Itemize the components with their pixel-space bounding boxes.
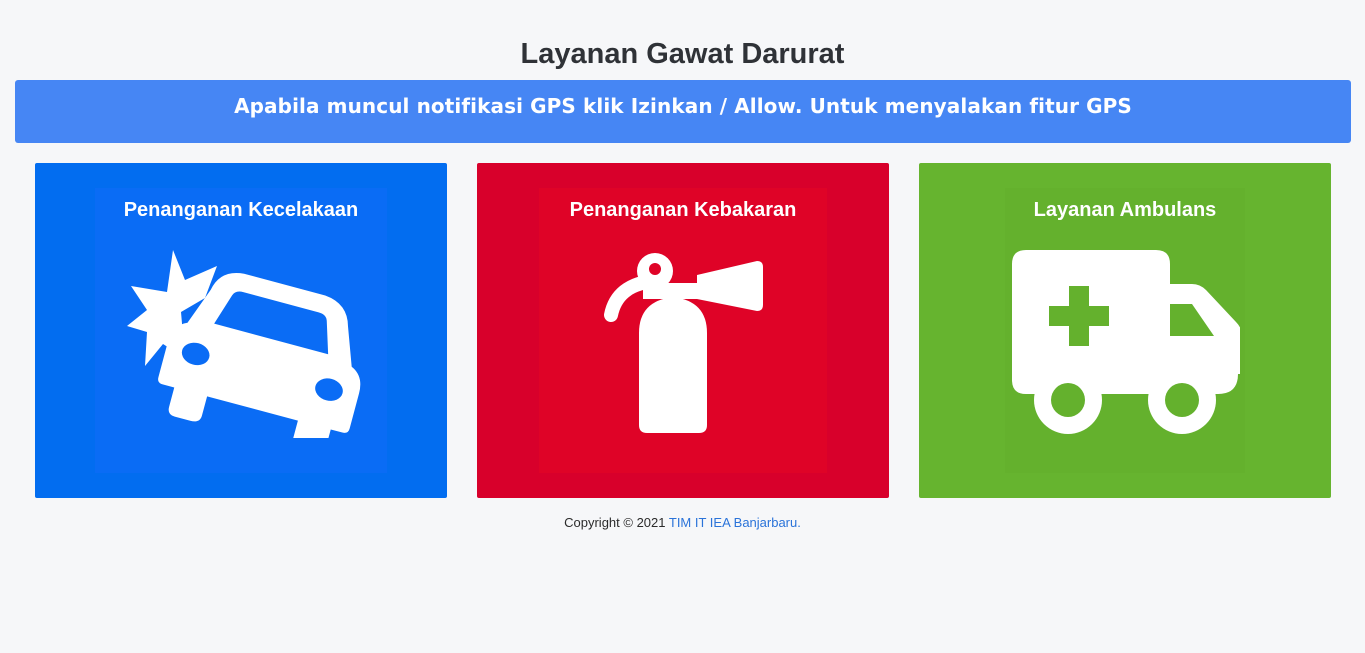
- car-crash-icon: [127, 250, 361, 438]
- fire-service-card[interactable]: Penanganan Kebakaran: [477, 163, 889, 498]
- ambulance-icon: [1012, 250, 1240, 434]
- fire-card-title: Penanganan Kebakaran: [569, 199, 797, 221]
- page-title: Layanan Gawat Darurat: [520, 38, 845, 70]
- copyright-text: Copyright © 2021: [564, 515, 666, 530]
- accident-service-card[interactable]: Penanganan Kecelakaan: [35, 163, 447, 498]
- ambulance-card-title: Layanan Ambulans: [1033, 199, 1217, 221]
- accident-card-title: Penanganan Kecelakaan: [123, 199, 359, 221]
- gps-notice-banner: Apabila muncul notifikasi GPS klik Izink…: [15, 80, 1351, 143]
- team-link[interactable]: TIM IT IEA Banjarbaru.: [669, 515, 801, 530]
- footer: Copyright © 2021 TIM IT IEA Banjarbaru.: [0, 515, 1365, 530]
- gps-notice-text: Apabila muncul notifikasi GPS klik Izink…: [234, 94, 1132, 118]
- ambulance-service-card[interactable]: Layanan Ambulans: [919, 163, 1331, 498]
- fire-extinguisher-icon: [604, 253, 763, 433]
